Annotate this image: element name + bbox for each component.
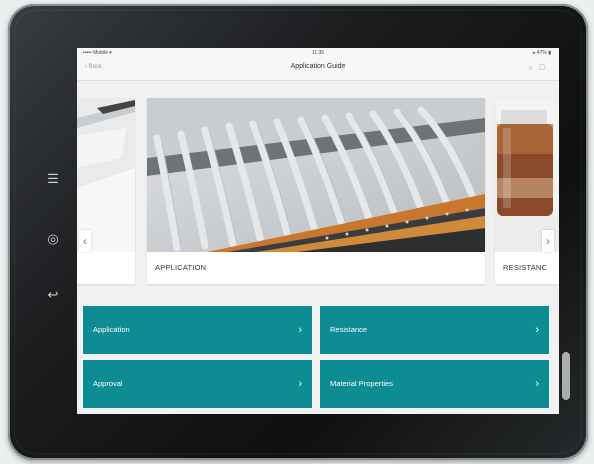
- status-bar: ••••• Mobile ▾ 11:35 ▸ 47% ▮: [77, 48, 559, 58]
- home-icon: ◎: [47, 231, 59, 246]
- card-caption: [77, 252, 135, 284]
- search-icon[interactable]: ⌕: [528, 63, 538, 72]
- navigation-bar: ‹ Back Application Guide ⌕▢: [77, 58, 559, 81]
- chevron-right-icon: ›: [298, 378, 302, 390]
- card-image: [495, 98, 559, 252]
- chevron-right-icon: ›: [535, 324, 539, 336]
- tile-approval[interactable]: Approval ›: [83, 360, 312, 408]
- tile-label: Application: [93, 325, 130, 334]
- card-image: [147, 98, 485, 252]
- screen: ••••• Mobile ▾ 11:35 ▸ 47% ▮ ‹ Back Appl…: [77, 48, 559, 414]
- carousel[interactable]: APPLICATION RESISTANC ‹ ›: [77, 98, 559, 288]
- cart-icon[interactable]: ▢: [539, 63, 551, 72]
- battery-text: ▸ 47% ▮: [532, 50, 551, 56]
- home-indicator: [562, 352, 570, 400]
- card-caption: APPLICATION: [155, 263, 207, 272]
- nav-icons: ⌕▢: [528, 63, 551, 73]
- card-caption: RESISTANC: [503, 263, 548, 272]
- tile-material-properties[interactable]: Material Properties ›: [320, 360, 549, 408]
- chevron-right-icon: ›: [535, 378, 539, 390]
- menu-icon: ☰: [47, 171, 59, 186]
- tile-label: Approval: [93, 379, 123, 388]
- clock-text: 11:35: [311, 50, 325, 56]
- chevron-right-icon: ›: [298, 324, 302, 336]
- chevron-right-icon: ›: [546, 234, 550, 248]
- chevron-left-icon: ‹: [83, 234, 87, 248]
- carousel-card-previous[interactable]: [77, 98, 135, 284]
- carousel-prev-button[interactable]: ‹: [79, 230, 91, 252]
- carousel-card-application[interactable]: APPLICATION: [147, 98, 485, 284]
- tile-label: Resistance: [330, 325, 368, 334]
- page-title: Application Guide: [290, 63, 346, 70]
- tile-application[interactable]: Application ›: [83, 306, 312, 354]
- tile-resistance[interactable]: Resistance ›: [320, 306, 549, 354]
- tile-label: Material Properties: [330, 379, 393, 388]
- carousel-next-button[interactable]: ›: [542, 230, 554, 252]
- carousel-card-resistance[interactable]: RESISTANC: [495, 98, 559, 284]
- back-icon: ↩: [47, 287, 59, 302]
- card-image: [77, 98, 135, 252]
